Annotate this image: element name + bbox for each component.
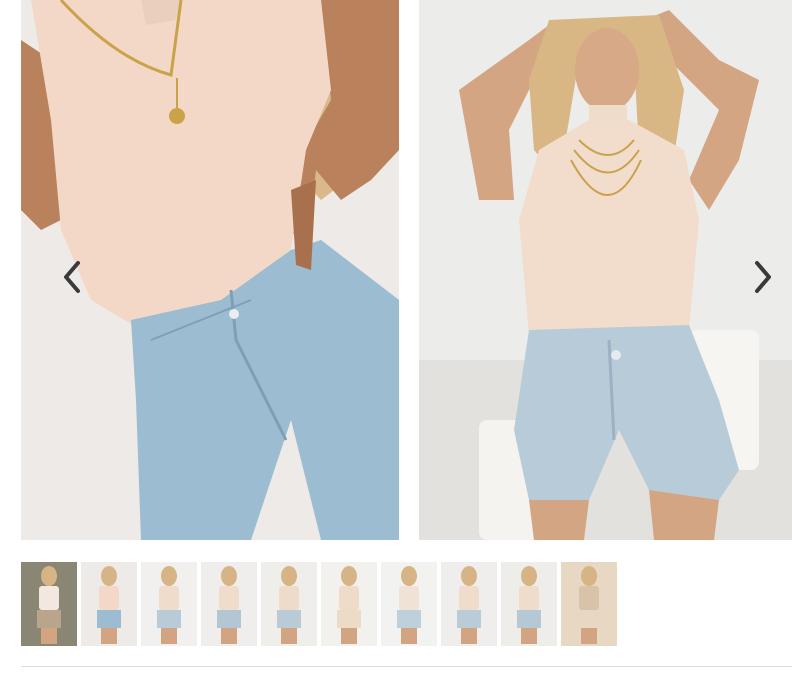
- thumbnail-image: [441, 562, 497, 646]
- section-divider: [21, 666, 792, 667]
- thumbnail-image: [501, 562, 557, 646]
- thumbnail-strip: [21, 562, 617, 646]
- chevron-right-icon: [755, 261, 771, 293]
- thumbnail-6[interactable]: [321, 562, 377, 646]
- thumbnail-image: [381, 562, 437, 646]
- thumbnail-3[interactable]: [141, 562, 197, 646]
- previous-image-button[interactable]: [57, 258, 87, 296]
- thumbnail-image: [21, 562, 77, 646]
- model-photo-image: [419, 0, 792, 540]
- thumbnail-2[interactable]: [81, 562, 137, 646]
- thumbnail-9[interactable]: [501, 562, 557, 646]
- thumbnail-7[interactable]: [381, 562, 437, 646]
- thumbnail-8[interactable]: [441, 562, 497, 646]
- thumbnail-image: [81, 562, 137, 646]
- thumbnail-image: [321, 562, 377, 646]
- thumbnail-4[interactable]: [201, 562, 257, 646]
- product-image-gallery: [21, 0, 792, 540]
- thumbnail-image: [561, 562, 617, 646]
- product-photo-model[interactable]: [419, 0, 792, 540]
- thumbnail-10[interactable]: [561, 562, 617, 646]
- thumbnail-image: [261, 562, 317, 646]
- thumbnail-1[interactable]: [21, 562, 77, 646]
- chevron-left-icon: [64, 261, 80, 293]
- thumbnail-image: [141, 562, 197, 646]
- thumbnail-5[interactable]: [261, 562, 317, 646]
- thumbnail-image: [201, 562, 257, 646]
- next-image-button[interactable]: [748, 258, 778, 296]
